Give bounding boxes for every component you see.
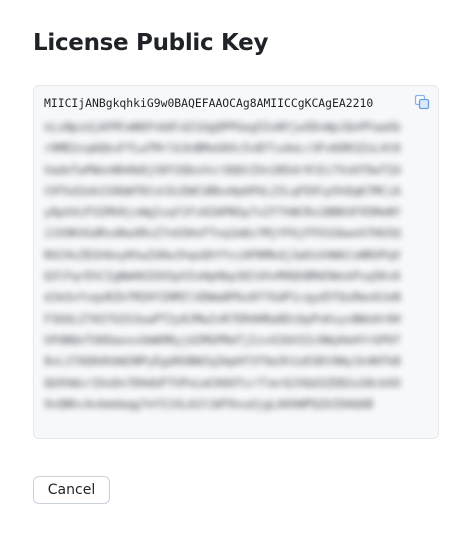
dialog-title: License Public Key xyxy=(33,30,269,56)
copy-icon xyxy=(414,94,430,110)
cancel-button[interactable]: Cancel xyxy=(33,476,110,504)
license-public-key-dialog: License Public Key MIICIjANBgkqhkiG9w0BA… xyxy=(0,0,474,537)
public-key-obscured-text: nLsNpzdjAFMlmN6Fnb8ld21UgQPPGeg5IoNYjw5D… xyxy=(44,120,401,411)
copy-button[interactable] xyxy=(414,94,430,110)
public-key-box[interactable]: MIICIjANBgkqhkiG9w0BAQEFAAOCAg8AMIICCgKC… xyxy=(33,85,439,439)
public-key-first-line: MIICIjANBgkqhkiG9w0BAQEFAAOCAg8AMIICCgKC… xyxy=(44,96,374,110)
